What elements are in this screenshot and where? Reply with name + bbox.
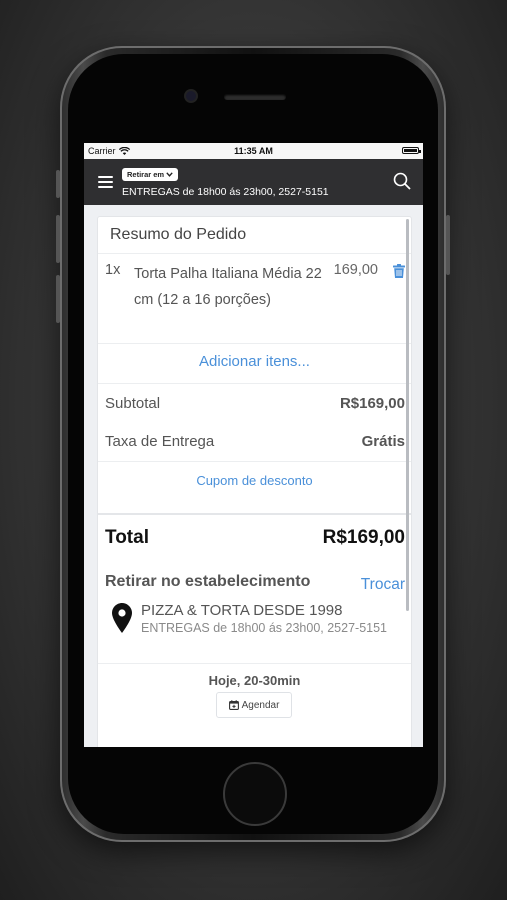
app-screen: Carrier 11:35 AM Retirar em ENTREGAS de … [84, 143, 423, 747]
store-hours: ENTREGAS de 18h00 ás 23h00, 2527-5151 [141, 621, 388, 635]
divider [98, 663, 411, 664]
delivery-fee-label: Taxa de Entrega [105, 433, 215, 450]
item-price: 169,00 [333, 262, 378, 278]
hamburger-menu-icon[interactable] [98, 176, 113, 188]
calendar-icon [228, 700, 239, 710]
store-hours-subtitle: ENTREGAS de 18h00 ás 23h00, 2527-5151 [122, 186, 329, 198]
front-camera [186, 91, 196, 101]
battery-icon [402, 147, 421, 154]
chevron-down-icon [166, 172, 173, 177]
total-label: Total [105, 527, 149, 548]
earpiece-speaker [224, 94, 286, 100]
total-value: R$169,00 [322, 527, 405, 548]
divider [98, 513, 411, 515]
side-button [56, 170, 60, 198]
divider [98, 343, 411, 344]
subtotal-value: R$169,00 [339, 395, 405, 412]
delivery-mode-dropdown[interactable]: Retirar em [122, 168, 179, 181]
discount-coupon-link[interactable]: Cupom de desconto [98, 473, 411, 488]
main-content: Resumo do Pedido 1x Torta Palha Italiana… [84, 205, 423, 747]
divider [98, 383, 411, 384]
change-pickup-link[interactable]: Trocar [361, 576, 405, 594]
trash-icon[interactable] [393, 264, 405, 278]
search-icon[interactable] [393, 172, 411, 190]
add-items-link[interactable]: Adicionar itens... [98, 353, 411, 370]
delivery-fee-value: Grátis [361, 433, 405, 450]
divider [98, 461, 411, 462]
status-time: 11:35 AM [234, 146, 273, 156]
volume-up-button [56, 215, 60, 263]
item-name: Torta Palha Italiana Média 22 cm (12 a 1… [134, 266, 322, 308]
order-summary-card: Resumo do Pedido 1x Torta Palha Italiana… [97, 216, 412, 747]
scrollbar[interactable] [406, 219, 409, 611]
schedule-button[interactable]: Agendar [216, 692, 292, 718]
time-estimate: Hoje, 20-30min [208, 673, 301, 688]
home-button[interactable] [223, 762, 287, 826]
top-navbar: Retirar em ENTREGAS de 18h00 ás 23h00, 2… [84, 159, 423, 205]
volume-down-button [56, 275, 60, 323]
subtotal-label: Subtotal [105, 395, 161, 412]
pickup-title: Retirar no estabelecimento [105, 573, 311, 590]
delivery-mode-label: Retirar em [127, 170, 165, 179]
item-quantity: 1x [105, 262, 121, 278]
store-name: PIZZA & TORTA DESDE 1998 [141, 602, 343, 619]
divider [98, 253, 411, 254]
location-pin-icon [112, 603, 132, 633]
status-bar: Carrier 11:35 AM [84, 143, 423, 159]
order-summary-title: Resumo do Pedido [110, 226, 247, 243]
power-button [446, 215, 450, 275]
schedule-label: Agendar [241, 699, 280, 711]
